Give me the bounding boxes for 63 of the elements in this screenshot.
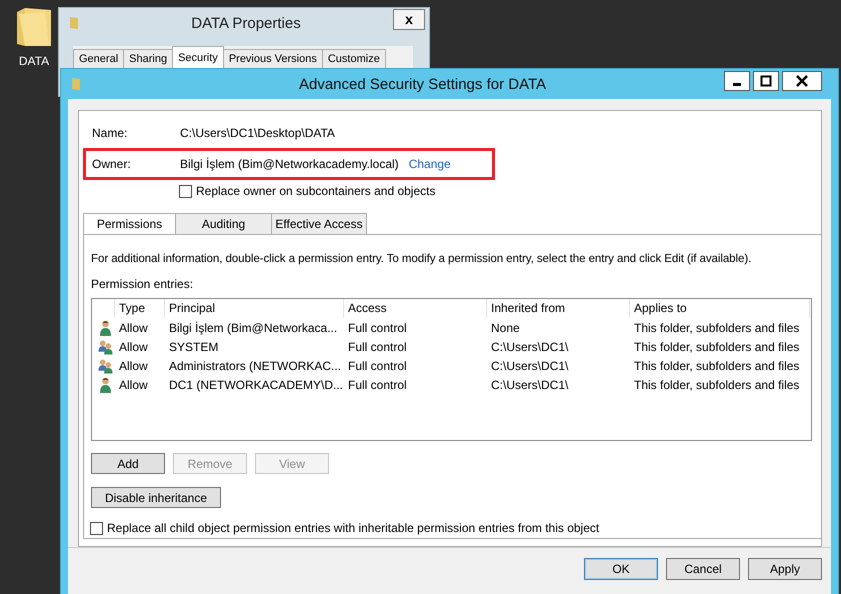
- path-value: C:\Users\DC1\Desktop\DATA: [180, 126, 335, 140]
- table-cell-text: C:\Users\DC1\: [490, 358, 570, 372]
- table-cell-text: This folder, subfolders and files: [633, 320, 800, 334]
- table-cell-text: Allow: [118, 378, 149, 392]
- change-link[interactable]: Change: [408, 157, 451, 171]
- table-cell-text: None: [490, 320, 521, 334]
- tab[interactable]: Auditing: [175, 213, 272, 234]
- info-text: For additional information, double-click a permission entry. To modify a permission entry, select the entry and click Edit (if available).: [91, 252, 752, 265]
- table-cell-text: C:\Users\DC1\: [490, 340, 570, 354]
- section-label: Permission entries:: [91, 277, 194, 291]
- folder-label[interactable]: DATA: [18, 54, 50, 68]
- checkbox-label[interactable]: Replace owner on subcontainers and objects: [196, 184, 436, 198]
- table-cell-text: Full control: [347, 340, 408, 354]
- field-label: Owner:: [92, 157, 132, 171]
- column-header[interactable]: Applies to: [630, 299, 810, 318]
- table-cell-text: Bilgi İşlem (Bim@Networkaca...: [168, 320, 338, 334]
- table-cell-text: This folder, subfolders and files: [633, 358, 800, 372]
- close-button[interactable]: x: [393, 8, 425, 30]
- tab[interactable]: General: [73, 49, 124, 68]
- column-header[interactable]: Access: [344, 299, 487, 318]
- owner-value: Bilgi İşlem (Bim@Networkacademy.local): [180, 157, 399, 171]
- column-header[interactable]: Type: [115, 299, 165, 318]
- table-cell-text: Allow: [118, 320, 149, 334]
- tab[interactable]: Security: [172, 46, 224, 68]
- table-cell-text: Allow: [118, 358, 149, 372]
- user-group-icon: [98, 338, 113, 354]
- action-button[interactable]: Add: [91, 453, 165, 474]
- table-cell-text: DC1 (NETWORKACADEMY\D...: [168, 378, 344, 392]
- checkbox[interactable]: [90, 522, 103, 534]
- column-header[interactable]: Principal: [165, 299, 344, 318]
- checkbox-label[interactable]: Replace all child object permission entries with inheritable permission entries from this object: [107, 521, 600, 535]
- folder-icon[interactable]: [15, 6, 53, 48]
- column-header[interactable]: Inherited from: [487, 299, 630, 318]
- tab[interactable]: Permissions: [83, 213, 176, 234]
- field-label: Name:: [92, 126, 128, 140]
- maximize-icon[interactable]: [753, 71, 779, 91]
- user-group-icon: [98, 358, 113, 374]
- dialog-button[interactable]: OK: [584, 558, 658, 580]
- table-cell-text: This folder, subfolders and files: [633, 340, 800, 354]
- dialog-button[interactable]: Apply: [748, 558, 822, 580]
- dialog-button[interactable]: Cancel: [666, 558, 740, 580]
- checkbox[interactable]: [179, 184, 192, 198]
- minimize-icon[interactable]: [724, 71, 750, 91]
- close-icon[interactable]: [782, 71, 822, 91]
- tab[interactable]: Effective Access: [271, 213, 367, 234]
- tab[interactable]: Previous Versions: [222, 49, 323, 68]
- table-cell-text: This folder, subfolders and files: [633, 378, 800, 392]
- disable-inheritance-button[interactable]: Disable inheritance: [91, 487, 221, 508]
- table-cell-text: C:\Users\DC1\: [490, 378, 570, 392]
- user-icon: [98, 376, 113, 392]
- table-cell-text: Full control: [347, 358, 408, 372]
- folder-icon: [71, 77, 81, 91]
- window-title: Advanced Security Settings for DATA: [298, 76, 548, 92]
- user-icon: [98, 320, 113, 336]
- table-cell-text: SYSTEM: [168, 340, 220, 354]
- table-cell-text: Allow: [118, 340, 149, 354]
- table-cell-text: Full control: [347, 378, 408, 392]
- window-title: DATA Properties: [190, 14, 302, 32]
- tab[interactable]: Customize: [322, 49, 386, 68]
- tab[interactable]: Sharing: [123, 49, 174, 68]
- table-cell-text: Full control: [347, 320, 408, 334]
- table-cell-text: Administrators (NETWORKAC...: [168, 358, 342, 372]
- folder-icon: [69, 16, 79, 30]
